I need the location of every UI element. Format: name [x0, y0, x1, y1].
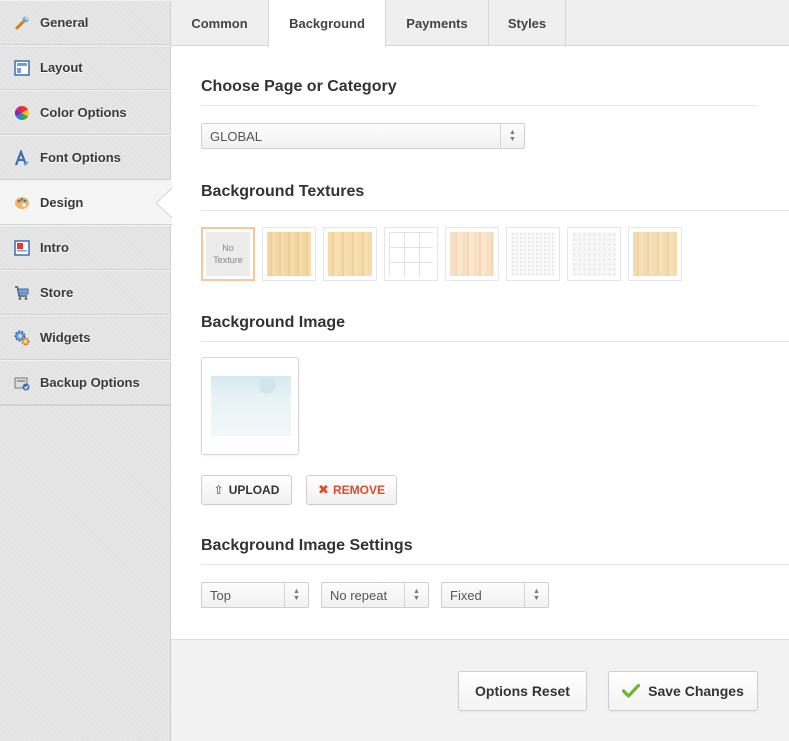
save-changes-label: Save Changes: [648, 683, 744, 699]
select-value: Fixed: [450, 587, 482, 603]
sidebar-item-label: Store: [40, 285, 74, 300]
tab-label: Common: [191, 15, 248, 31]
bg-position-select[interactable]: Top ▲ ▼: [201, 582, 309, 608]
select-arrows-icon: ▲ ▼: [404, 583, 428, 607]
sidebar: General Layout Color Options Font Option…: [0, 0, 172, 741]
tab-label: Styles: [507, 15, 547, 31]
tab-styles[interactable]: Styles: [489, 0, 566, 46]
divider: [201, 105, 758, 106]
section-title-bg-settings: Background Image Settings: [201, 537, 413, 554]
divider: [201, 341, 789, 342]
gears-icon: [14, 330, 30, 346]
footer-bar: Options Reset Save Changes: [171, 639, 789, 741]
sidebar-item-label: Layout: [40, 60, 83, 75]
sidebar-item-label: Design: [40, 195, 84, 210]
sidebar-item-label: Backup Options: [40, 375, 140, 390]
no-texture-label: No Texture: [206, 232, 250, 276]
sidebar-item-color-options[interactable]: Color Options: [0, 90, 171, 135]
active-indicator-arrow: [156, 180, 172, 226]
texture-wood-pale[interactable]: [445, 227, 499, 281]
sidebar-divider: [0, 405, 171, 406]
sidebar-item-general[interactable]: General: [0, 0, 171, 45]
texture-noise-light-1[interactable]: [506, 227, 560, 281]
select-value: GLOBAL: [210, 128, 263, 144]
texture-swatch: [328, 232, 372, 276]
texture-swatch: [389, 232, 433, 276]
sidebar-item-layout[interactable]: Layout: [0, 45, 171, 90]
divider: [201, 564, 789, 565]
divider: [201, 210, 789, 211]
select-arrows-icon: ▲ ▼: [524, 583, 548, 607]
bg-image-preview: [211, 376, 291, 436]
intro-icon: [14, 239, 30, 256]
options-reset-button[interactable]: Options Reset: [458, 671, 587, 711]
arrow-up-icon: ⇧: [213, 483, 224, 497]
bg-repeat-select[interactable]: No repeat ▲ ▼: [321, 582, 429, 608]
sidebar-item-label: Color Options: [40, 105, 127, 120]
color-wheel-icon: [14, 105, 30, 121]
save-changes-button[interactable]: Save Changes: [608, 671, 758, 711]
section-title-bg-image: Background Image: [201, 314, 346, 331]
sidebar-item-widgets[interactable]: Widgets: [0, 315, 171, 360]
sidebar-item-design[interactable]: Design: [0, 180, 172, 225]
cart-icon: [14, 285, 30, 301]
remove-button[interactable]: ✖ REMOVE: [306, 475, 397, 505]
tab-payments[interactable]: Payments: [386, 0, 489, 46]
section-title-textures: Background Textures: [201, 183, 365, 200]
checkmark-icon: [622, 684, 641, 698]
tab-bar: Common Background Payments Styles: [171, 0, 789, 47]
bg-attachment-select[interactable]: Fixed ▲ ▼: [441, 582, 549, 608]
texture-swatch: [267, 232, 311, 276]
sidebar-item-label: Intro: [40, 240, 69, 255]
texture-swatch: [633, 232, 677, 276]
texture-noise-light-2[interactable]: [567, 227, 621, 281]
select-arrows-icon: ▲ ▼: [284, 583, 308, 607]
texture-no-texture[interactable]: No Texture: [201, 227, 255, 281]
bg-image-preview-box: [201, 357, 299, 455]
select-value: Top: [210, 587, 231, 603]
select-value: No repeat: [330, 587, 388, 603]
sidebar-item-intro[interactable]: Intro: [0, 225, 171, 270]
texture-swatch: [572, 232, 616, 276]
texture-swatch: [511, 232, 555, 276]
select-arrows-icon: ▲ ▼: [500, 124, 524, 148]
page-category-select[interactable]: GLOBAL ▲ ▼: [201, 123, 525, 149]
sidebar-item-backup-options[interactable]: Backup Options: [0, 360, 171, 405]
texture-wood-light-2[interactable]: [323, 227, 377, 281]
section-title-choose-page: Choose Page or Category: [201, 78, 397, 95]
upload-button[interactable]: ⇧ UPLOAD: [201, 475, 292, 505]
layout-icon: [14, 59, 30, 76]
tab-label: Payments: [406, 15, 468, 31]
sidebar-item-label: Widgets: [40, 330, 91, 345]
texture-swatch: [450, 232, 494, 276]
sidebar-item-label: Font Options: [40, 150, 121, 165]
tab-label: Background: [289, 16, 365, 31]
texture-wood-light-3[interactable]: [628, 227, 682, 281]
sidebar-item-label: General: [40, 15, 89, 30]
tab-background[interactable]: Background: [268, 0, 386, 47]
texture-grid[interactable]: [384, 227, 438, 281]
remove-label: REMOVE: [332, 483, 385, 497]
wrench-icon: [14, 15, 30, 31]
texture-wood-light-1[interactable]: [262, 227, 316, 281]
sidebar-item-font-options[interactable]: Font Options: [0, 135, 171, 180]
sidebar-item-store[interactable]: Store: [0, 270, 171, 315]
upload-label: UPLOAD: [228, 483, 280, 497]
options-reset-label: Options Reset: [475, 683, 570, 699]
backup-icon: [14, 375, 30, 391]
tab-common[interactable]: Common: [171, 0, 269, 46]
close-icon: ✖: [318, 482, 329, 497]
font-icon: [14, 148, 30, 166]
palette-icon: [14, 195, 30, 211]
